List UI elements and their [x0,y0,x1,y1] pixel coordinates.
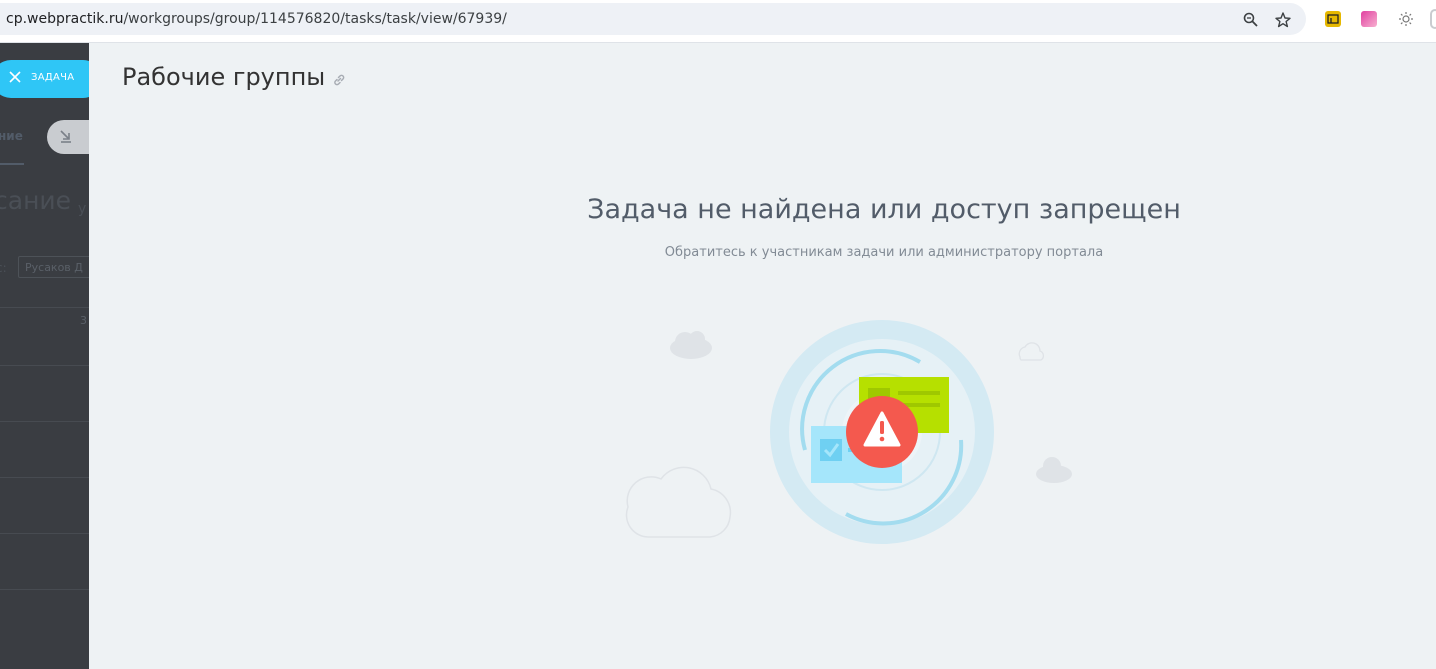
address-bar[interactable]: cp.webpractik.ru/workgroups/group/114576… [0,3,1306,35]
extension-icon[interactable] [1361,11,1377,27]
page-title: Рабочие группы [122,63,326,91]
divider [0,421,89,422]
divider [0,589,89,590]
collapse-button[interactable] [47,120,89,154]
cloud-icon [1036,457,1072,483]
bookmark-star-icon[interactable] [1274,11,1292,29]
divider [0,307,89,308]
zoom-icon[interactable] [1242,11,1260,29]
access-denied-illustration [625,320,1072,544]
url-host: cp.webpractik.ru [6,11,124,27]
browser-toolbar: cp.webpractik.ru/workgroups/group/114576… [0,0,1436,43]
cloud-icon [1018,342,1045,361]
panel-heading-fragment: сание [0,186,72,215]
cloud-icon [625,466,732,538]
divider [0,477,89,478]
task-slider-panel: ЗАДАЧА ние сание у с: Русаков Д 3 [0,43,89,669]
link-icon[interactable] [331,72,347,88]
url-text[interactable]: cp.webpractik.ru/workgroups/group/114576… [6,11,507,27]
cloud-icon [670,331,712,359]
field-label: с: [0,261,7,275]
divider [0,533,89,534]
panel-heading-fragment-2: у [78,201,87,217]
row-number-fragment: 3 [80,314,87,327]
tab-underline [0,163,24,165]
url-path: /workgroups/group/114576820/tasks/task/v… [123,11,507,27]
close-task-button[interactable]: ЗАДАЧА [0,60,89,98]
error-subtitle: Обратитесь к участникам задачи или админ… [664,245,1104,260]
extension-icon[interactable] [1325,11,1341,27]
minimize-arrow-icon [60,130,71,143]
close-task-label: ЗАДАЧА [31,72,75,83]
extension-icon[interactable] [1398,11,1414,27]
extension-icon-partial[interactable] [1430,9,1436,29]
divider [0,365,89,366]
error-title: Задача не найдена или доступ запрещен [587,194,1181,225]
responsible-field[interactable]: Русаков Д [18,256,89,278]
close-icon [9,71,21,83]
tab-description[interactable]: ние [0,129,23,143]
